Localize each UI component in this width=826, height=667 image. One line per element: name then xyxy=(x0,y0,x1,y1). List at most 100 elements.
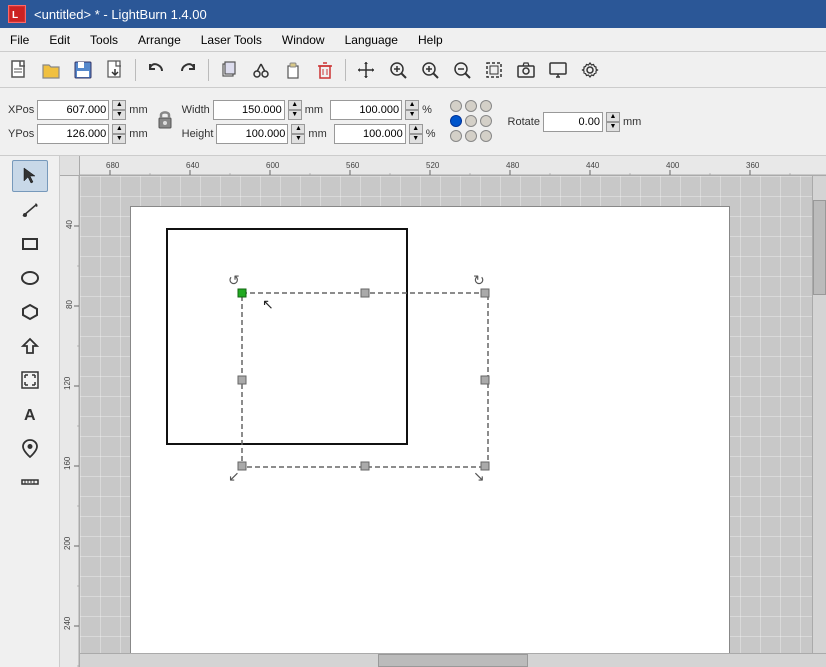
ypos-label: YPos xyxy=(8,128,34,140)
svg-text:400: 400 xyxy=(666,161,680,170)
wpct-up[interactable]: ▲ xyxy=(405,100,419,110)
toolbar-sep-2 xyxy=(208,59,209,81)
align-bc[interactable] xyxy=(465,130,477,142)
menu-window[interactable]: Window xyxy=(272,28,335,51)
cut-button[interactable] xyxy=(246,56,276,84)
zoom-box-button[interactable] xyxy=(383,56,413,84)
xpos-down[interactable]: ▼ xyxy=(112,110,126,120)
select-tool[interactable] xyxy=(12,160,48,192)
menu-laser-tools[interactable]: Laser Tools xyxy=(191,28,272,51)
main-area: A 680 640 600 560 52 xyxy=(0,156,826,667)
toolbox: A xyxy=(0,156,60,667)
width-unit: mm xyxy=(305,104,323,116)
hpct-up[interactable]: ▲ xyxy=(409,124,423,134)
toolbar xyxy=(0,52,826,88)
svg-text:360: 360 xyxy=(746,161,760,170)
lock-icon[interactable] xyxy=(154,108,176,135)
ypos-input[interactable] xyxy=(37,124,109,144)
menu-arrange[interactable]: Arrange xyxy=(128,28,191,51)
rotate-spinner[interactable]: ▲ ▼ xyxy=(606,112,620,132)
vertical-scrollbar[interactable] xyxy=(812,176,826,653)
align-bl[interactable] xyxy=(450,130,462,142)
width-spinner[interactable]: ▲ ▼ xyxy=(288,100,302,120)
move-button[interactable] xyxy=(351,56,381,84)
rotate-up[interactable]: ▲ xyxy=(606,112,620,122)
svg-text:240: 240 xyxy=(63,616,72,630)
position-tool[interactable] xyxy=(12,432,48,464)
width-down[interactable]: ▼ xyxy=(288,110,302,120)
monitor-button[interactable] xyxy=(543,56,573,84)
height-up[interactable]: ▲ xyxy=(291,124,305,134)
polygon-tool[interactable] xyxy=(12,296,48,328)
svg-text:L: L xyxy=(12,10,18,21)
horizontal-ruler: 680 640 600 560 520 480 440 400 360 320 xyxy=(80,156,826,176)
ypos-spinner[interactable]: ▲ ▼ xyxy=(112,124,126,144)
menu-file[interactable]: File xyxy=(0,28,39,51)
toolbar-sep-1 xyxy=(135,59,136,81)
width-pct-input[interactable] xyxy=(330,100,402,120)
svg-text:440: 440 xyxy=(586,161,600,170)
menu-language[interactable]: Language xyxy=(335,28,408,51)
xpos-spinner[interactable]: ▲ ▼ xyxy=(112,100,126,120)
frame-tool[interactable] xyxy=(12,364,48,396)
hpct-down[interactable]: ▼ xyxy=(409,134,423,144)
arrow-tool[interactable] xyxy=(12,330,48,362)
width-pct-spinner[interactable]: ▲ ▼ xyxy=(405,100,419,120)
zoom-out-button[interactable] xyxy=(447,56,477,84)
frame-button[interactable] xyxy=(479,56,509,84)
xpos-input[interactable] xyxy=(37,100,109,120)
height-input[interactable] xyxy=(216,124,288,144)
rectangle-tool[interactable] xyxy=(12,228,48,260)
camera-button[interactable] xyxy=(511,56,541,84)
align-ml[interactable] xyxy=(450,115,462,127)
height-spinner[interactable]: ▲ ▼ xyxy=(291,124,305,144)
width-up[interactable]: ▲ xyxy=(288,100,302,110)
menubar: File Edit Tools Arrange Laser Tools Wind… xyxy=(0,28,826,52)
zoom-in-button[interactable] xyxy=(415,56,445,84)
copy-button[interactable] xyxy=(214,56,244,84)
svg-text:80: 80 xyxy=(65,300,74,309)
xpos-up[interactable]: ▲ xyxy=(112,100,126,110)
import-button[interactable] xyxy=(100,56,130,84)
align-mr[interactable] xyxy=(480,115,492,127)
settings-button[interactable] xyxy=(575,56,605,84)
text-tool[interactable]: A xyxy=(12,398,48,430)
canvas-area[interactable]: 680 640 600 560 520 480 440 400 360 320 xyxy=(60,156,826,667)
svg-text:40: 40 xyxy=(65,220,74,229)
height-pct-input[interactable] xyxy=(334,124,406,144)
rotate-down[interactable]: ▼ xyxy=(606,122,620,132)
save-button[interactable] xyxy=(68,56,98,84)
menu-tools[interactable]: Tools xyxy=(80,28,128,51)
width-input[interactable] xyxy=(213,100,285,120)
svg-text:200: 200 xyxy=(63,536,72,550)
align-tl[interactable] xyxy=(450,100,462,112)
undo-button[interactable] xyxy=(141,56,171,84)
width-label: Width xyxy=(182,104,210,116)
canvas[interactable]: ↺ ↻ ↙ ↘ xyxy=(80,176,826,667)
vertical-ruler: 40 80 120 160 200 240 xyxy=(60,176,80,667)
delete-button[interactable] xyxy=(310,56,340,84)
rotate-input[interactable] xyxy=(543,112,603,132)
paste-button[interactable] xyxy=(278,56,308,84)
align-tc[interactable] xyxy=(465,100,477,112)
ypos-down[interactable]: ▼ xyxy=(112,134,126,144)
align-mc[interactable] xyxy=(465,115,477,127)
ypos-up[interactable]: ▲ xyxy=(112,124,126,134)
ellipse-tool[interactable] xyxy=(12,262,48,294)
menu-edit[interactable]: Edit xyxy=(39,28,80,51)
redo-button[interactable] xyxy=(173,56,203,84)
open-button[interactable] xyxy=(36,56,66,84)
align-tr[interactable] xyxy=(480,100,492,112)
svg-text:120: 120 xyxy=(63,376,72,390)
menu-help[interactable]: Help xyxy=(408,28,453,51)
height-down[interactable]: ▼ xyxy=(291,134,305,144)
edit-nodes-tool[interactable] xyxy=(12,194,48,226)
height-pct-spinner[interactable]: ▲ ▼ xyxy=(409,124,423,144)
svg-text:680: 680 xyxy=(106,161,120,170)
height-unit: mm xyxy=(308,128,326,140)
horizontal-scrollbar[interactable] xyxy=(80,653,826,667)
align-br[interactable] xyxy=(480,130,492,142)
wpct-down[interactable]: ▼ xyxy=(405,110,419,120)
measure-tool[interactable] xyxy=(12,466,48,498)
new-button[interactable] xyxy=(4,56,34,84)
